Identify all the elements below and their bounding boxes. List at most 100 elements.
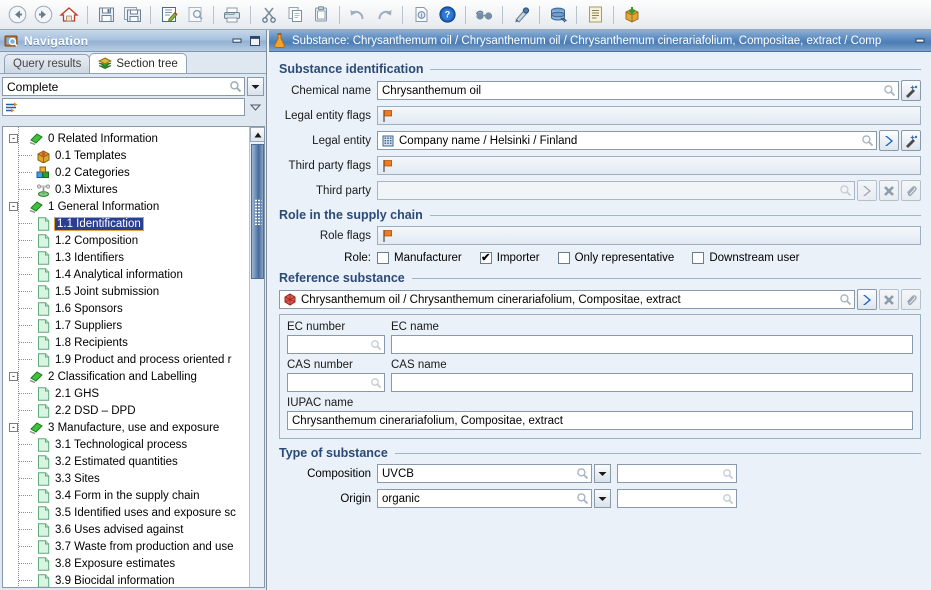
report-button[interactable] [583, 3, 607, 27]
forward-button[interactable] [31, 3, 55, 27]
section-tree[interactable]: - 0 Related Information 0.1 Templates 0.2 C… [2, 126, 265, 588]
paste-button[interactable] [309, 3, 333, 27]
magnifier-icon[interactable] [229, 80, 242, 93]
tree-expander-icon[interactable]: - [9, 423, 18, 432]
database-button[interactable] [546, 3, 570, 27]
legal-entity-go-button[interactable] [879, 130, 899, 151]
chemical-name-input[interactable]: Chrysanthemum oil [377, 81, 899, 100]
save-button[interactable] [94, 3, 118, 27]
tree-item-0-3[interactable]: 0.3 Mixtures [3, 181, 251, 198]
tree-item-0[interactable]: - 0 Related Information [3, 130, 251, 147]
tree-item-1-6[interactable]: 1.6 Sponsors [3, 300, 251, 317]
annotation-button[interactable] [509, 3, 533, 27]
tree-item-2[interactable]: - 2 Classification and Labelling [3, 368, 251, 385]
reference-substance-go-button[interactable] [857, 289, 877, 310]
tree-item-3-1[interactable]: 3.1 Technological process [3, 436, 251, 453]
home-button[interactable] [57, 3, 81, 27]
redo-button[interactable] [372, 3, 396, 27]
tree-expander-icon[interactable]: - [9, 372, 18, 381]
magnifier-icon[interactable] [370, 377, 382, 389]
magnifier-icon[interactable] [861, 134, 874, 147]
magnifier-icon[interactable] [722, 493, 734, 505]
legal-entity-input[interactable]: Company name / Helsinki / Finland [377, 131, 877, 150]
document-info-button[interactable]: i [409, 3, 433, 27]
magnifier-icon[interactable] [839, 293, 852, 306]
tree-item-3-9[interactable]: 3.9 Biocidal information [3, 572, 251, 587]
back-button[interactable] [5, 3, 29, 27]
save-all-button[interactable] [120, 3, 144, 27]
checkbox-box[interactable] [692, 252, 705, 264]
tree-item-1-4[interactable]: 1.4 Analytical information [3, 266, 251, 283]
cut-button[interactable] [257, 3, 281, 27]
origin-dropdown-button[interactable] [594, 489, 611, 508]
composition-input[interactable]: UVCB [377, 464, 592, 483]
third-party-attach-button[interactable] [901, 180, 921, 201]
tree-item-0-1[interactable]: 0.1 Templates [3, 147, 251, 164]
checkbox-manufacturer[interactable]: Manufacturer [377, 252, 462, 264]
package-button[interactable] [620, 3, 644, 27]
checkbox-importer[interactable]: ✔ Importer [479, 252, 540, 264]
cas-number-input[interactable] [287, 373, 385, 392]
tree-expander-icon[interactable]: - [9, 202, 18, 211]
secondary-filter-input[interactable] [2, 98, 245, 116]
magnifier-icon[interactable] [576, 492, 589, 505]
tree-item-1-1[interactable]: 1.1 Identification [3, 215, 251, 232]
legal-entity-flags-field[interactable] [377, 106, 921, 125]
maximize-button[interactable] [247, 34, 262, 48]
ec-number-input[interactable] [287, 335, 385, 354]
magnifier-icon[interactable] [370, 339, 382, 351]
tree-item-1-5[interactable]: 1.5 Joint submission [3, 283, 251, 300]
tree-item-1-3[interactable]: 1.3 Identifiers [3, 249, 251, 266]
third-party-flags-field[interactable] [377, 156, 921, 175]
print-button[interactable] [220, 3, 244, 27]
ec-name-input[interactable] [391, 335, 913, 354]
tree-item-3-2[interactable]: 3.2 Estimated quantities [3, 453, 251, 470]
checkbox-box[interactable]: ✔ [479, 252, 492, 264]
undo-button[interactable] [346, 3, 370, 27]
magnifier-icon[interactable] [839, 184, 852, 197]
preview-button[interactable] [183, 3, 207, 27]
filter-input[interactable]: Complete [2, 77, 245, 96]
tree-item-2-1[interactable]: 2.1 GHS [3, 385, 251, 402]
edit-button[interactable] [157, 3, 181, 27]
minimize-button[interactable] [912, 34, 927, 48]
checkbox-only-representative[interactable]: Only representative [557, 252, 674, 264]
help-button[interactable]: ? [435, 3, 459, 27]
reference-substance-attach-button[interactable] [901, 289, 921, 310]
reference-substance-input[interactable]: Chrysanthemum oil / Chrysanthemum cinera… [279, 290, 855, 309]
tree-item-3-7[interactable]: 3.7 Waste from production and use [3, 538, 251, 555]
scrollbar-thumb[interactable] [251, 144, 264, 279]
composition-secondary-input[interactable] [617, 464, 737, 483]
tree-item-1-2[interactable]: 1.2 Composition [3, 232, 251, 249]
tab-section-tree[interactable]: Section tree [89, 53, 187, 73]
checkbox-box[interactable] [557, 252, 570, 264]
tree-item-3[interactable]: - 3 Manufacture, use and exposure [3, 419, 251, 436]
third-party-clear-button[interactable] [879, 180, 899, 201]
view-button[interactable] [472, 3, 496, 27]
origin-secondary-input[interactable] [617, 489, 737, 508]
orange-flag-icon[interactable] [382, 109, 393, 123]
magnifier-icon[interactable] [722, 468, 734, 480]
role-flags-field[interactable] [377, 226, 921, 245]
third-party-go-button[interactable] [857, 180, 877, 201]
tree-item-3-4[interactable]: 3.4 Form in the supply chain [3, 487, 251, 504]
scroll-up-button[interactable] [250, 127, 264, 142]
orange-flag-icon[interactable] [382, 229, 393, 243]
tree-item-3-8[interactable]: 3.8 Exposure estimates [3, 555, 251, 572]
tree-item-1-7[interactable]: 1.7 Suppliers [3, 317, 251, 334]
tree-item-3-6[interactable]: 3.6 Uses advised against [3, 521, 251, 538]
chemical-name-wand-button[interactable] [901, 80, 921, 101]
tree-item-0-2[interactable]: 0.2 Categories [3, 164, 251, 181]
composition-dropdown-button[interactable] [594, 464, 611, 483]
magnifier-icon[interactable] [883, 84, 896, 97]
copy-button[interactable] [283, 3, 307, 27]
tree-expander-icon[interactable]: - [9, 134, 18, 143]
magnifier-icon[interactable] [576, 467, 589, 480]
orange-flag-icon[interactable] [382, 159, 393, 173]
tab-query-results[interactable]: Query results [4, 54, 91, 73]
tree-item-3-5[interactable]: 3.5 Identified uses and exposure sc [3, 504, 251, 521]
tree-item-1[interactable]: - 1 General Information [3, 198, 251, 215]
filter-dropdown-button[interactable] [247, 77, 264, 96]
origin-input[interactable]: organic [377, 489, 592, 508]
secondary-filter-dropdown-button[interactable] [247, 98, 264, 116]
